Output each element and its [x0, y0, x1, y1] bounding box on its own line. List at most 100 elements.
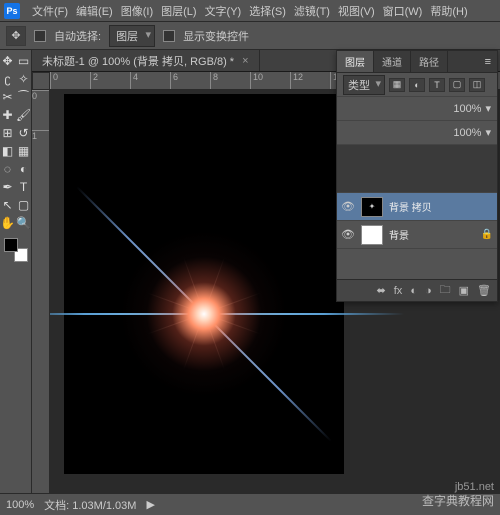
- auto-select-label: 自动选择:: [54, 28, 101, 44]
- new-layer-icon[interactable]: ▣: [459, 284, 469, 297]
- dodge-tool[interactable]: ◐: [16, 160, 32, 178]
- document-title: 未标题-1 @ 100% (背景 拷贝, RGB/8) *: [42, 53, 234, 69]
- hand-tool[interactable]: ✋: [0, 214, 16, 232]
- marquee-tool[interactable]: ▭: [16, 52, 32, 70]
- chevron-down-icon[interactable]: ▾: [485, 126, 491, 139]
- watermark-sub: 查字典教程网: [422, 492, 494, 509]
- ruler-tick: 0: [32, 90, 49, 130]
- fill-row: 100% ▾: [337, 121, 497, 145]
- layer-name[interactable]: 背景 拷贝: [389, 199, 432, 214]
- menu-file[interactable]: 文件(F): [28, 3, 72, 19]
- layer-name[interactable]: 背景: [389, 227, 409, 242]
- filter-type-icon[interactable]: T: [429, 78, 445, 92]
- wand-tool[interactable]: ✧: [16, 70, 32, 88]
- blur-tool[interactable]: ◌: [0, 160, 16, 178]
- menu-help[interactable]: 帮助(H): [426, 3, 471, 19]
- canvas[interactable]: [64, 94, 344, 474]
- menu-view[interactable]: 视图(V): [334, 3, 379, 19]
- foreground-swatch[interactable]: [4, 238, 18, 252]
- opacity-row: 100% ▾: [337, 97, 497, 121]
- menu-select[interactable]: 选择(S): [245, 3, 290, 19]
- trash-icon[interactable]: 🗑: [477, 284, 491, 297]
- ruler-tick: 4: [130, 72, 170, 89]
- menu-type[interactable]: 文字(Y): [201, 3, 246, 19]
- ruler-tick: 2: [90, 72, 130, 89]
- tab-layers[interactable]: 图层: [337, 51, 374, 72]
- layer-list-empty: [337, 249, 497, 279]
- filter-row: 类型 ▦ ◐ T ▢ ◫: [337, 73, 497, 97]
- path-tool[interactable]: ↖: [0, 196, 16, 214]
- layer-thumbnail[interactable]: ✦: [361, 197, 383, 217]
- filter-adjust-icon[interactable]: ◐: [409, 78, 425, 92]
- filter-pixel-icon[interactable]: ▦: [389, 78, 405, 92]
- app-logo: Ps: [4, 3, 20, 19]
- kind-filter[interactable]: 类型: [343, 75, 385, 95]
- menu-image[interactable]: 图像(I): [117, 3, 157, 19]
- auto-select-checkbox[interactable]: [34, 30, 46, 42]
- show-transform-label: 显示变换控件: [183, 28, 249, 44]
- panel-footer: ⬌ fx ◐ ◑ 🗀 ▣ 🗑: [337, 279, 497, 301]
- tool-bar: ✥▭ ʗ✧ ✂⁀ ✚🖌 ⊞↺ ◧▦ ◌◐ ✒T ↖▢ ✋🔍: [0, 50, 32, 493]
- visibility-icon[interactable]: 👁: [341, 200, 355, 214]
- zoom-level[interactable]: 100%: [6, 499, 34, 511]
- layer-row[interactable]: 👁 背景 🔒: [337, 221, 497, 249]
- chevron-down-icon[interactable]: ▾: [485, 102, 491, 115]
- pen-tool[interactable]: ✒: [0, 178, 16, 196]
- menu-layer[interactable]: 图层(L): [157, 3, 200, 19]
- gradient-tool[interactable]: ▦: [16, 142, 32, 160]
- doc-info: 文档: 1.03M/1.03M: [44, 497, 136, 513]
- eraser-tool[interactable]: ◧: [0, 142, 16, 160]
- fx-icon[interactable]: fx: [394, 285, 403, 297]
- ruler-tick: 12: [290, 72, 330, 89]
- status-arrow-icon[interactable]: ▶: [146, 498, 154, 511]
- document-tab[interactable]: 未标题-1 @ 100% (背景 拷贝, RGB/8) * ×: [32, 50, 260, 71]
- menu-bar: Ps 文件(F) 编辑(E) 图像(I) 图层(L) 文字(Y) 选择(S) 滤…: [0, 0, 500, 22]
- ruler-tick: 8: [210, 72, 250, 89]
- stamp-tool[interactable]: ⊞: [0, 124, 16, 142]
- show-transform-checkbox[interactable]: [163, 30, 175, 42]
- fill-value[interactable]: 100%: [453, 127, 481, 139]
- ruler-tick: 10: [250, 72, 290, 89]
- shape-tool[interactable]: ▢: [16, 196, 32, 214]
- link-icon[interactable]: ⬌: [377, 284, 386, 297]
- history-brush-tool[interactable]: ↺: [16, 124, 32, 142]
- layer-row[interactable]: 👁 ✦ 背景 拷贝: [337, 193, 497, 221]
- tab-paths[interactable]: 路径: [411, 51, 448, 72]
- filter-smart-icon[interactable]: ◫: [469, 78, 485, 92]
- menu-edit[interactable]: 编辑(E): [72, 3, 117, 19]
- preview-placeholder: [337, 145, 497, 193]
- opacity-value[interactable]: 100%: [453, 103, 481, 115]
- zoom-tool[interactable]: 🔍: [16, 214, 32, 232]
- auto-select-dropdown[interactable]: 图层: [109, 25, 155, 47]
- group-icon[interactable]: 🗀: [440, 281, 451, 300]
- lens-flare: [204, 314, 205, 315]
- ruler-corner: [32, 72, 50, 90]
- lasso-tool[interactable]: ʗ: [0, 70, 16, 88]
- ruler-tick: 6: [170, 72, 210, 89]
- mask-icon[interactable]: ◐: [410, 285, 417, 297]
- close-tab-icon[interactable]: ×: [242, 55, 248, 67]
- lock-icon: 🔒: [481, 229, 493, 240]
- heal-tool[interactable]: ✚: [0, 106, 16, 124]
- brush-tool[interactable]: 🖌: [16, 106, 32, 124]
- ruler-tick: 0: [50, 72, 90, 89]
- panel-tabs: 图层 通道 路径 ≡: [337, 51, 497, 73]
- menu-filter[interactable]: 滤镜(T): [290, 3, 334, 19]
- tab-channels[interactable]: 通道: [374, 51, 411, 72]
- move-tool-icon[interactable]: ✥: [6, 26, 26, 46]
- move-tool[interactable]: ✥: [0, 52, 16, 70]
- menu-window[interactable]: 窗口(W): [379, 3, 427, 19]
- layer-thumbnail[interactable]: [361, 225, 383, 245]
- type-tool[interactable]: T: [16, 178, 32, 196]
- visibility-icon[interactable]: 👁: [341, 228, 355, 242]
- crop-tool[interactable]: ✂: [0, 88, 16, 106]
- layers-panel: 图层 通道 路径 ≡ 类型 ▦ ◐ T ▢ ◫ 100% ▾ 100% ▾ 👁 ✦ …: [336, 50, 498, 302]
- options-bar: ✥ 自动选择: 图层 显示变换控件: [0, 22, 500, 50]
- ruler-vertical: 0 1: [32, 90, 50, 493]
- panel-menu-icon[interactable]: ≡: [479, 51, 497, 72]
- filter-shape-icon[interactable]: ▢: [449, 78, 465, 92]
- ruler-tick: 1: [32, 130, 49, 170]
- adjustment-icon[interactable]: ◑: [425, 285, 432, 297]
- color-swatches[interactable]: [4, 238, 28, 262]
- eyedropper-tool[interactable]: ⁀: [16, 88, 32, 106]
